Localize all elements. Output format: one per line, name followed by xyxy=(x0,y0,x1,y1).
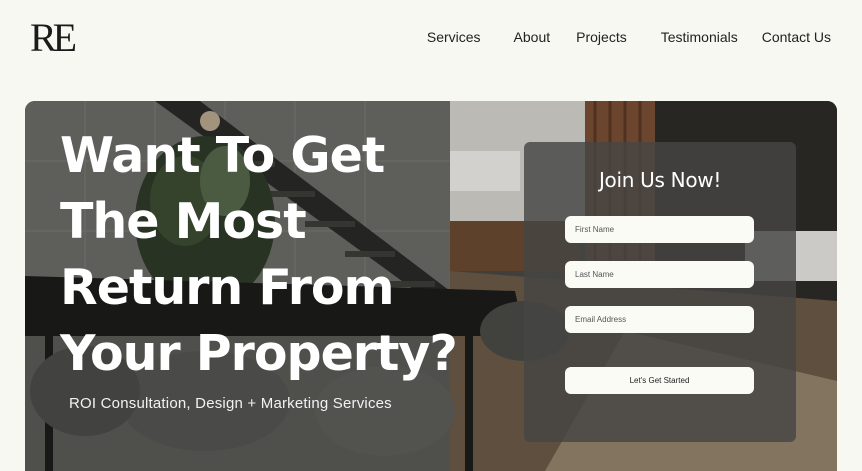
get-started-button[interactable]: Let's Get Started xyxy=(565,367,754,394)
signup-form-panel: Join Us Now! Let's Get Started xyxy=(524,142,796,442)
first-name-field[interactable] xyxy=(565,216,754,243)
nav-about[interactable]: About xyxy=(514,29,551,45)
headline-line-2: The Most xyxy=(60,193,307,250)
nav-projects[interactable]: Projects xyxy=(576,29,627,45)
headline-line-4: Your Property? xyxy=(60,325,458,382)
hero-subline: ROI Consultation, Design + Marketing Ser… xyxy=(69,395,392,412)
last-name-field[interactable] xyxy=(565,261,754,288)
email-field[interactable] xyxy=(565,306,754,333)
hero-section: Want To Get The Most Return From Your Pr… xyxy=(25,101,837,471)
nav-contact-us[interactable]: Contact Us xyxy=(762,29,831,45)
hero-headline: Want To Get The Most Return From Your Pr… xyxy=(60,123,480,387)
nav-testimonials[interactable]: Testimonials xyxy=(661,29,738,45)
main-nav: Services About Projects Testimonials Con… xyxy=(427,29,831,45)
headline-line-3: Return From xyxy=(60,259,395,316)
brand-logo[interactable]: RE xyxy=(30,18,77,58)
nav-services[interactable]: Services xyxy=(427,29,481,45)
form-title: Join Us Now! xyxy=(598,168,722,192)
headline-line-1: Want To Get xyxy=(60,127,385,184)
